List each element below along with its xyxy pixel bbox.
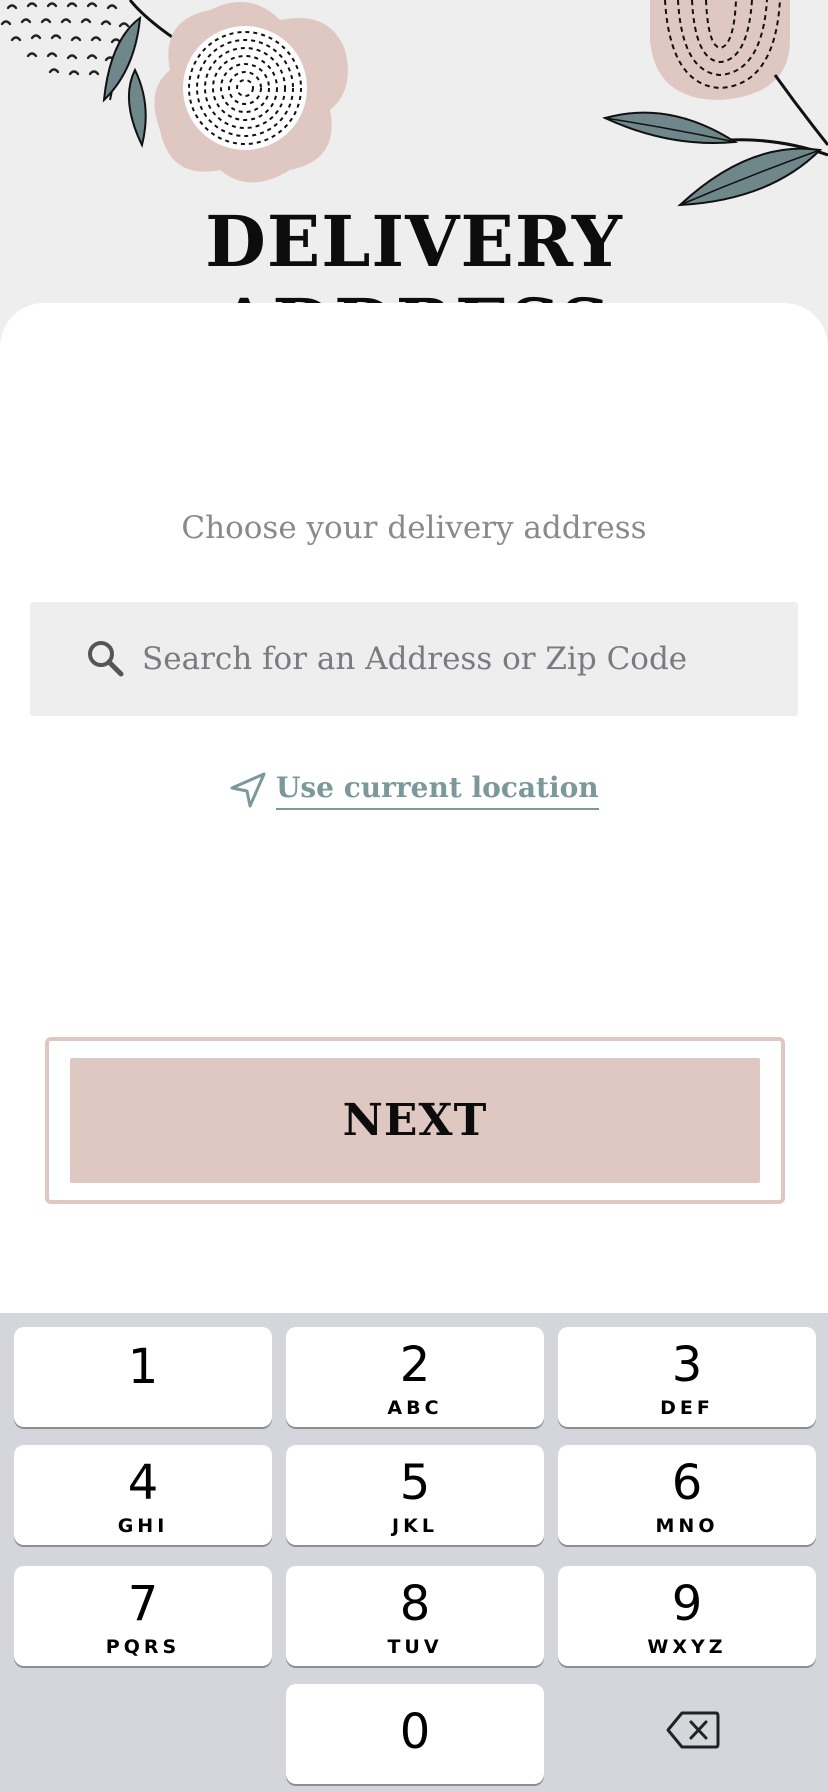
key-3[interactable]: 3 DEF bbox=[558, 1327, 816, 1427]
key-letters: JKL bbox=[392, 1515, 438, 1537]
key-5[interactable]: 5 JKL bbox=[286, 1445, 544, 1545]
key-letters: GHI bbox=[117, 1515, 169, 1537]
key-letters: PQRS bbox=[105, 1636, 181, 1658]
next-button[interactable]: NEXT bbox=[70, 1058, 760, 1183]
key-9[interactable]: 9 WXYZ bbox=[558, 1566, 816, 1666]
subtitle: Choose your delivery address bbox=[181, 510, 647, 546]
leaf-branch-right-decoration bbox=[602, 74, 828, 207]
key-letters: DEF bbox=[660, 1397, 714, 1419]
backspace-icon[interactable] bbox=[666, 1710, 720, 1750]
key-number: 9 bbox=[671, 1576, 703, 1632]
key-number: 5 bbox=[399, 1455, 431, 1511]
key-letters: WXYZ bbox=[647, 1636, 727, 1658]
search-icon bbox=[88, 641, 124, 677]
use-current-location-link[interactable]: Use current location bbox=[276, 770, 599, 810]
header-decoration: DELIVERY ADDRESS bbox=[0, 0, 828, 310]
search-input[interactable] bbox=[142, 626, 782, 692]
pink-flower-decoration bbox=[154, 2, 348, 183]
key-number: 1 bbox=[127, 1339, 159, 1395]
key-number: 7 bbox=[127, 1576, 159, 1632]
key-letters: ABC bbox=[387, 1397, 443, 1419]
key-6[interactable]: 6 MNO bbox=[558, 1445, 816, 1545]
key-2[interactable]: 2 ABC bbox=[286, 1327, 544, 1427]
key-number: 2 bbox=[399, 1337, 431, 1393]
key-number: 6 bbox=[671, 1455, 703, 1511]
key-8[interactable]: 8 TUV bbox=[286, 1566, 544, 1666]
search-box[interactable] bbox=[30, 602, 798, 716]
key-number: 8 bbox=[399, 1576, 431, 1632]
key-number: 3 bbox=[671, 1337, 703, 1393]
key-number: 0 bbox=[399, 1704, 431, 1760]
use-current-location[interactable]: Use current location bbox=[228, 768, 599, 812]
key-number: 4 bbox=[127, 1455, 159, 1511]
key-7[interactable]: 7 PQRS bbox=[14, 1566, 272, 1666]
page-title: DELIVERY ADDRESS bbox=[205, 200, 623, 310]
key-letters: MNO bbox=[655, 1515, 719, 1537]
key-1[interactable]: 1 bbox=[14, 1327, 272, 1427]
key-0[interactable]: 0 bbox=[286, 1684, 544, 1784]
key-4[interactable]: 4 GHI bbox=[14, 1445, 272, 1545]
navigation-arrow-icon bbox=[230, 772, 266, 808]
key-letters: TUV bbox=[387, 1636, 443, 1658]
